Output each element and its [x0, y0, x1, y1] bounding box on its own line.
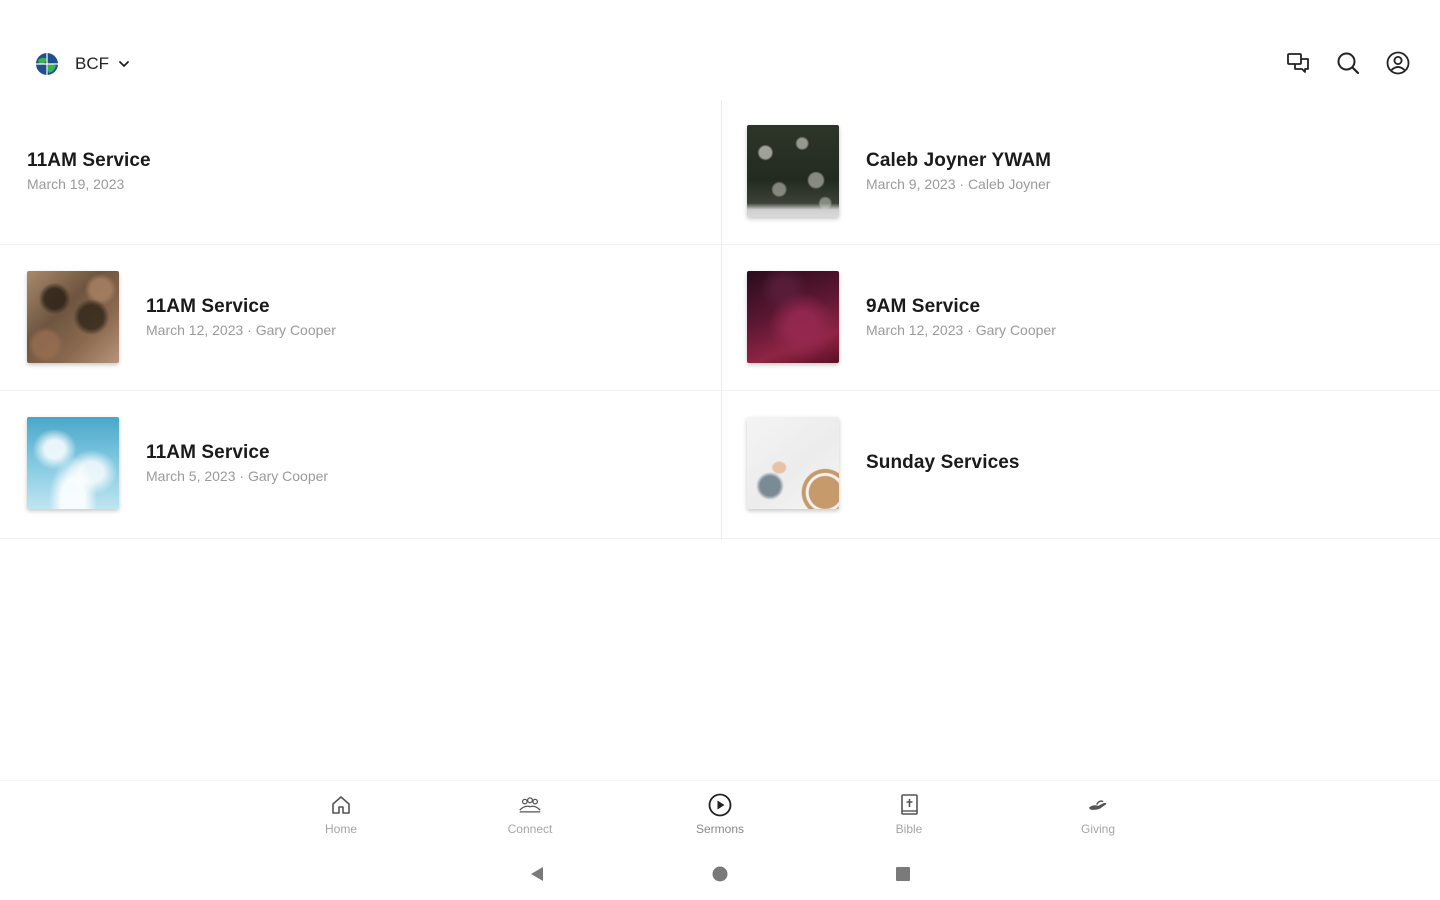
- org-name: BCF: [75, 54, 109, 73]
- nav-label: Bible: [895, 822, 923, 836]
- nav-bible[interactable]: Bible: [864, 793, 954, 836]
- sermon-title: Sunday Services: [866, 452, 1020, 473]
- play-circle-icon: [708, 793, 732, 817]
- sermon-subtitle: March 12, 2023 · Gary Cooper: [146, 322, 336, 338]
- sermon-text: 11AM Service March 5, 2023 · Gary Cooper: [146, 441, 328, 485]
- sermon-text: Sunday Services: [866, 451, 1020, 475]
- nav-label: Home: [324, 822, 357, 836]
- chat-icon[interactable]: [1284, 48, 1312, 78]
- nav-giving[interactable]: Giving: [1053, 793, 1143, 836]
- sermon-item[interactable]: Sunday Services: [721, 390, 1440, 536]
- sermon-item[interactable]: 11AM Service March 19, 2023: [0, 98, 721, 244]
- system-navigation-bar: [0, 852, 1440, 896]
- home-circle-icon[interactable]: [710, 864, 730, 884]
- sermon-item[interactable]: 11AM Service March 12, 2023 · Gary Coope…: [0, 244, 721, 390]
- sermon-subtitle: March 12, 2023 · Gary Cooper: [866, 322, 1056, 338]
- sermon-title: 11AM Service: [27, 150, 151, 171]
- row-divider: [0, 390, 1440, 391]
- home-icon: [329, 793, 353, 817]
- sermon-item[interactable]: 9AM Service March 12, 2023 · Gary Cooper: [721, 244, 1440, 390]
- nav-home[interactable]: Home: [296, 793, 386, 836]
- sermon-title: 11AM Service: [146, 296, 270, 317]
- nav-label: Giving: [1080, 822, 1115, 836]
- sermon-text: Caleb Joyner YWAM March 9, 2023 · Caleb …: [866, 149, 1051, 193]
- account-icon[interactable]: [1384, 48, 1412, 78]
- sermon-item[interactable]: 11AM Service March 5, 2023 · Gary Cooper: [0, 390, 721, 536]
- column-divider: [721, 100, 722, 540]
- top-app-bar: BCF: [0, 0, 1440, 104]
- sermon-text: 9AM Service March 12, 2023 · Gary Cooper: [866, 295, 1056, 339]
- search-icon[interactable]: [1334, 48, 1362, 78]
- sermon-text: 11AM Service March 19, 2023: [27, 149, 151, 193]
- bottom-navigation: Home Connect Sermons Bible Giving: [0, 780, 1440, 848]
- chevron-down-icon: [117, 57, 131, 71]
- recents-square-icon[interactable]: [893, 864, 913, 884]
- sermon-item[interactable]: Caleb Joyner YWAM March 9, 2023 · Caleb …: [721, 98, 1440, 244]
- sermon-grid: 11AM Service March 19, 2023 Caleb Joyner…: [0, 98, 1440, 540]
- nav-label: Connect: [507, 822, 553, 836]
- sermon-thumbnail-forest: [747, 125, 839, 217]
- row-divider: [0, 538, 1440, 539]
- sermon-thumbnail-sky: [27, 417, 119, 509]
- nav-label: Sermons: [695, 822, 745, 836]
- back-icon[interactable]: [527, 864, 547, 884]
- sermon-title: Caleb Joyner YWAM: [866, 150, 1052, 171]
- sermon-thumbnail-purple: [747, 271, 839, 363]
- row-divider: [0, 244, 1440, 245]
- sermon-thumbnail-desk: [747, 417, 839, 509]
- bible-icon: [897, 793, 921, 817]
- sermon-subtitle: March 9, 2023 · Caleb Joyner: [866, 176, 1051, 192]
- nav-connect[interactable]: Connect: [485, 793, 575, 836]
- sermon-text: 11AM Service March 12, 2023 · Gary Coope…: [146, 295, 336, 339]
- sermon-thumbnail-desert: [27, 271, 119, 363]
- sermon-title: 11AM Service: [146, 442, 270, 463]
- sermon-title: 9AM Service: [866, 296, 981, 317]
- nav-sermons[interactable]: Sermons: [675, 793, 765, 836]
- people-icon: [518, 793, 542, 817]
- sermon-subtitle: March 19, 2023: [27, 176, 125, 192]
- org-switcher[interactable]: BCF: [34, 50, 131, 78]
- globe-logo-icon: [34, 51, 60, 77]
- top-actions: [1284, 48, 1412, 78]
- sermon-subtitle: March 5, 2023 · Gary Cooper: [146, 468, 329, 484]
- giving-hand-icon: [1086, 793, 1110, 817]
